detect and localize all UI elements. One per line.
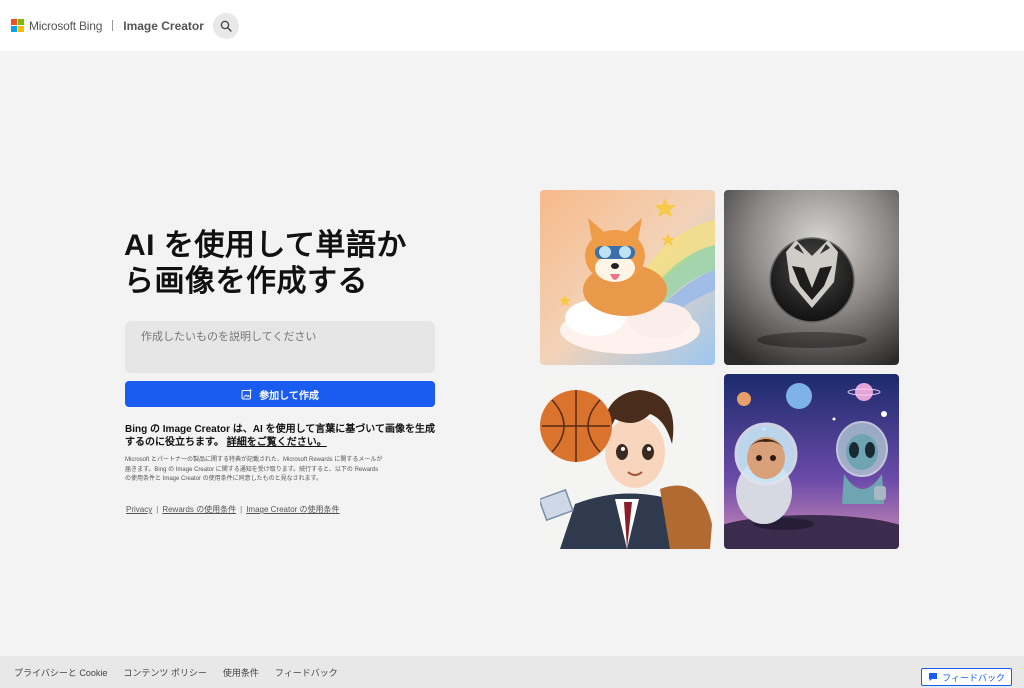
astronaut-alien-image[interactable] — [724, 374, 899, 549]
footer: プライバシーと Cookie コンテンツ ポリシー 使用条件 フィードバック フ… — [0, 656, 1024, 688]
footer-feedback-link[interactable]: フィードバック — [275, 666, 338, 679]
page-title: AI を使用して単語から画像を作成する — [124, 229, 407, 298]
brand-name: Microsoft Bing — [29, 18, 103, 33]
microsoft-logo-icon — [11, 19, 24, 32]
fox-logo-image[interactable] — [724, 190, 899, 365]
legal-links: Privacy | Rewards の使用条件 | Image Creator … — [126, 504, 340, 515]
top-bar: Microsoft Bing Image Creator — [0, 0, 1024, 51]
feedback-button-label: フィードバック — [942, 672, 1005, 683]
chat-bubble-icon — [928, 672, 938, 682]
corgi-cloud-image[interactable] — [540, 190, 715, 365]
image-sparkle-icon — [241, 388, 253, 400]
search-icon — [220, 20, 232, 32]
footer-privacy-cookie-link[interactable]: プライバシーと Cookie — [14, 666, 107, 679]
prompt-input[interactable] — [125, 321, 435, 373]
link-separator: | — [156, 505, 159, 514]
anime-basketball-image[interactable] — [540, 374, 715, 549]
microsoft-bing-logo[interactable]: Microsoft Bing — [11, 19, 102, 33]
create-button-label: 参加して作成 — [259, 390, 319, 402]
rewards-disclaimer: Microsoft とパートナーの製品に関する特典が記載された、Microsof… — [125, 457, 383, 482]
creator-terms-link[interactable]: Image Creator の使用条件 — [246, 504, 339, 515]
app-title[interactable]: Image Creator — [123, 19, 204, 33]
link-separator: | — [240, 505, 243, 514]
header-divider — [112, 20, 114, 31]
details-link[interactable]: 詳細をご覧ください。 — [227, 437, 327, 448]
footer-content-policy-link[interactable]: コンテンツ ポリシー — [123, 666, 207, 679]
footer-terms-link[interactable]: 使用条件 — [223, 666, 259, 679]
join-and-create-button[interactable]: 参加して作成 — [125, 381, 435, 407]
description: Bing の Image Creator は、AI を使用して言葉に基づいて画像… — [125, 423, 435, 449]
rewards-terms-link[interactable]: Rewards の使用条件 — [162, 504, 236, 515]
search-button[interactable] — [212, 12, 239, 39]
privacy-link[interactable]: Privacy — [126, 505, 152, 514]
feedback-button[interactable]: フィードバック — [921, 668, 1012, 686]
